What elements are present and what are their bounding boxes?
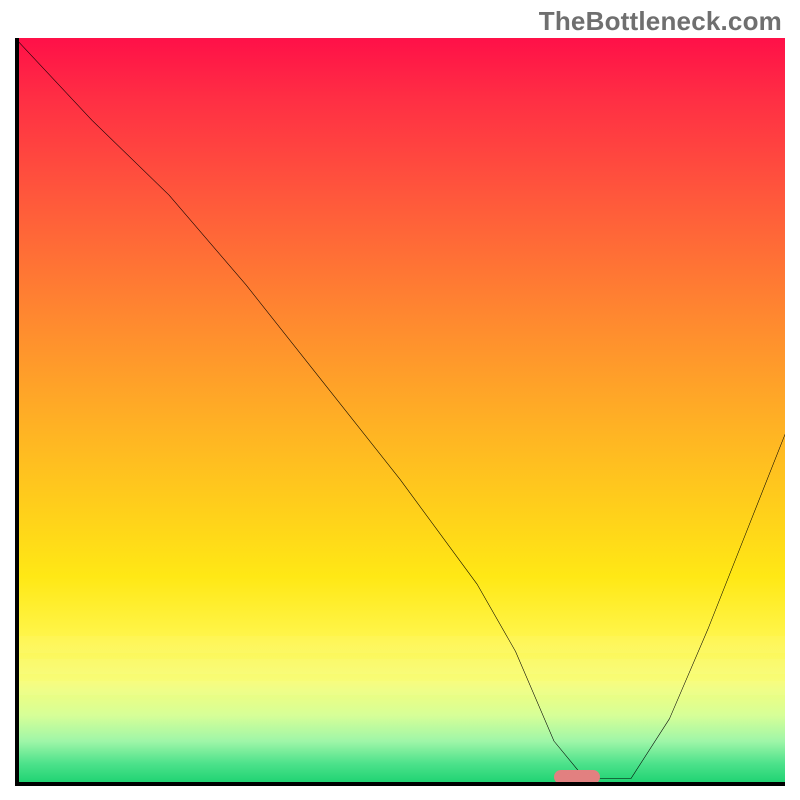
curve-layer — [15, 38, 785, 786]
chart-container: TheBottleneck.com — [0, 0, 800, 800]
watermark-text: TheBottleneck.com — [539, 6, 782, 37]
bottleneck-curve — [15, 38, 785, 779]
plot-area — [15, 38, 785, 786]
optimal-range-marker — [554, 770, 600, 784]
